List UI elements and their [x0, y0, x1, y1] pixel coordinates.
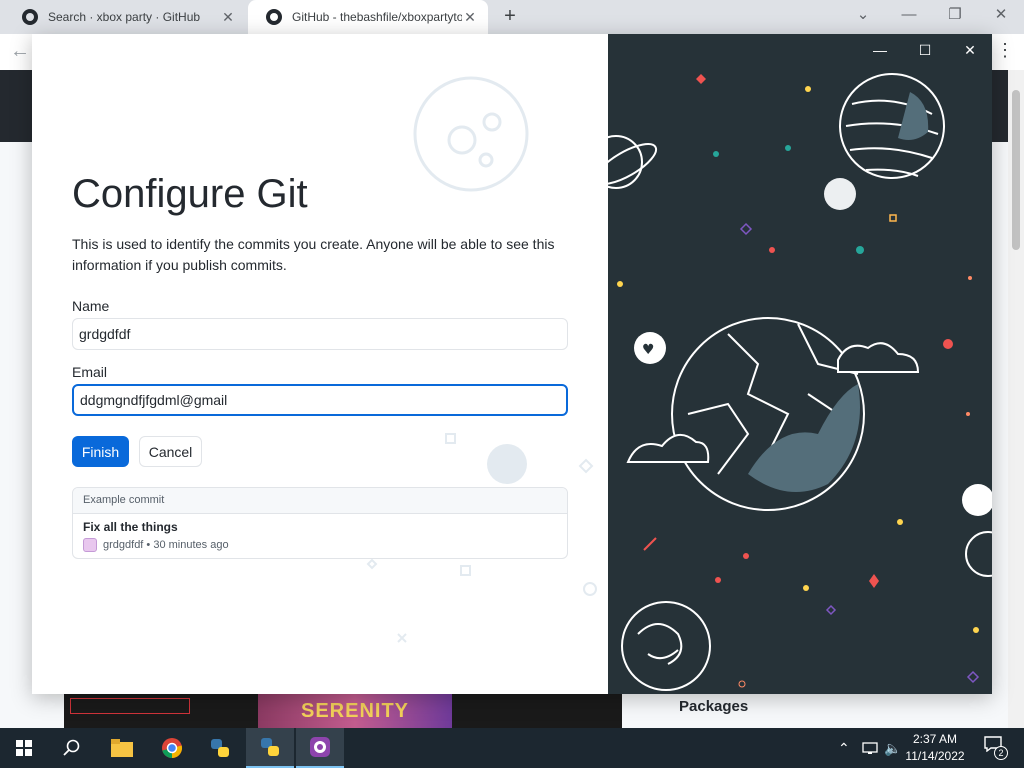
svg-text:♥: ♥ — [642, 342, 655, 358]
chrome-icon[interactable] — [148, 728, 196, 768]
dialog-minimize-button[interactable]: — — [858, 38, 902, 62]
folder-icon — [111, 739, 133, 757]
banner-box — [70, 698, 190, 714]
github-icon — [22, 9, 38, 25]
space-illustration: ♥ — [608, 73, 992, 691]
packages-heading: Packages — [679, 698, 749, 715]
dialog-maximize-button[interactable]: ☐ — [903, 38, 947, 62]
window-minimize-button[interactable]: — — [886, 0, 932, 34]
email-field[interactable] — [72, 384, 568, 416]
notification-center-icon[interactable]: 2 — [982, 736, 1008, 760]
speaker-icon: 🔈 — [884, 739, 902, 756]
start-icon[interactable] — [0, 728, 48, 768]
form-panel: Configure Git This is used to identify t… — [32, 34, 608, 694]
tab-search-xbox-party[interactable]: Search · xbox party · GitHub ✕ — [4, 0, 246, 34]
python-logo-icon — [261, 738, 279, 756]
cancel-button[interactable]: Cancel — [139, 436, 202, 467]
chevron-up-icon: ⌃ — [838, 739, 850, 756]
email-label: Email — [72, 364, 108, 380]
github-desktop-logo-icon — [310, 737, 330, 757]
browser-tab-bar: Search · xbox party · GitHub ✕ GitHub - … — [0, 0, 1024, 34]
github-icon — [266, 9, 282, 25]
illustration-panel: ♥ — ☐ ✕ — [608, 34, 992, 694]
volume-icon[interactable]: 🔈 — [884, 728, 901, 768]
tab-title: Search · xbox party · GitHub — [48, 10, 201, 24]
configure-git-window: Configure Git This is used to identify t… — [32, 34, 992, 694]
window-close-button[interactable]: ✕ — [978, 0, 1024, 34]
tab-title: GitHub - thebashfile/xboxpartyto — [292, 10, 462, 24]
back-arrow-icon[interactable]: ← — [10, 40, 30, 63]
search-icon[interactable] — [48, 728, 96, 768]
python-icon[interactable] — [196, 728, 244, 768]
network-icon[interactable] — [862, 728, 880, 768]
commit-time: 30 minutes ago — [153, 539, 229, 551]
name-label: Name — [72, 298, 110, 314]
notification-badge: 2 — [994, 746, 1008, 760]
avatar — [83, 538, 97, 552]
file-explorer-icon[interactable] — [98, 728, 146, 768]
windows-taskbar: ⌃ 🔈 2:37 AM 11/14/2022 2 — [0, 728, 1024, 768]
python-logo-icon — [211, 739, 229, 757]
new-tab-button[interactable]: + — [498, 4, 522, 28]
serenity-banner: SERENITY — [258, 694, 452, 728]
example-commit-header: Example commit — [73, 488, 567, 514]
magnifier-icon — [63, 739, 80, 756]
example-commit-meta: grdgdfdf • 30 minutes ago — [83, 538, 229, 552]
description-text: This is used to identify the commits you… — [72, 236, 555, 273]
example-commit-card: Example commit Fix all the things grdgdf… — [72, 487, 568, 559]
windows-logo-icon — [16, 740, 32, 756]
clock-date: 11/14/2022 — [905, 749, 965, 763]
tab-search-dropdown-icon[interactable]: ⌄ — [840, 0, 886, 34]
taskbar-clock[interactable]: 2:37 AM 11/14/2022 — [905, 731, 965, 765]
python-active-icon[interactable] — [246, 728, 294, 768]
tab-close-icon[interactable]: ✕ — [220, 9, 236, 26]
meta-separator: • — [143, 539, 154, 551]
page-title: Configure Git — [72, 172, 308, 216]
window-restore-button[interactable]: ❐ — [932, 0, 978, 34]
tab-close-icon[interactable]: ✕ — [462, 9, 478, 26]
chrome-logo-icon — [162, 738, 183, 758]
dialog-close-button[interactable]: ✕ — [948, 38, 992, 62]
browser-menu-icon[interactable]: ⋮ — [996, 40, 1014, 61]
show-hidden-icons[interactable]: ⌃ — [838, 728, 850, 768]
github-desktop-icon[interactable] — [296, 728, 344, 768]
tab-github-repo[interactable]: GitHub - thebashfile/xboxpartyto ✕ — [248, 0, 488, 34]
finish-button[interactable]: Finish — [72, 436, 129, 467]
clock-time: 2:37 AM — [912, 732, 958, 746]
commit-author: grdgdfdf — [103, 539, 144, 551]
doodle-background — [366, 76, 597, 643]
name-field[interactable] — [72, 318, 568, 350]
network-monitor-icon — [862, 742, 878, 754]
page-scrollbar[interactable] — [1008, 70, 1024, 728]
example-commit-message: Fix all the things — [83, 520, 178, 534]
scrollbar-thumb[interactable] — [1012, 90, 1020, 250]
